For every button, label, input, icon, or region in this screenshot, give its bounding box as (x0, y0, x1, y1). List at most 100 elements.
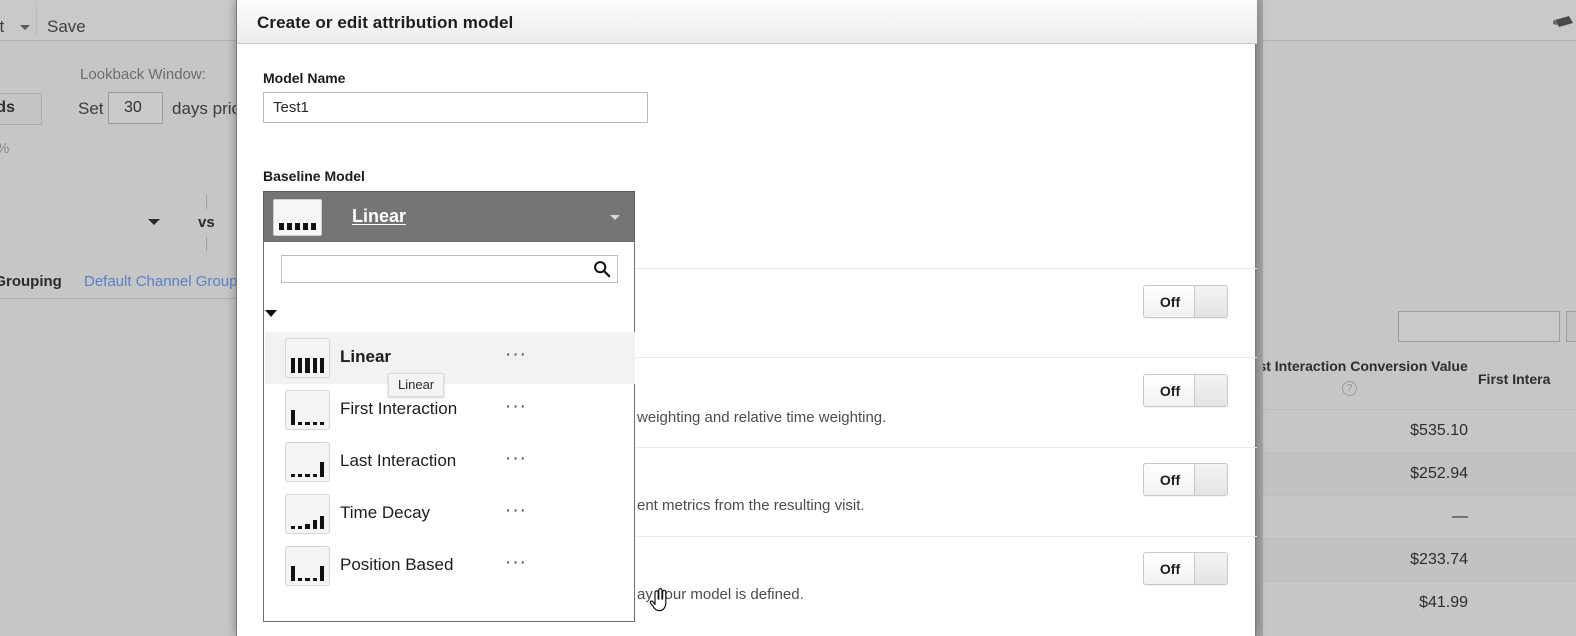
table-search-button[interactable] (1566, 311, 1576, 342)
table-column-header-1[interactable]: rst Interaction Conversion Value (1253, 358, 1468, 374)
chevron-down-icon[interactable] (148, 219, 160, 225)
ellipsis-icon[interactable]: ··· (505, 552, 527, 574)
icon-bar (303, 223, 308, 230)
icon-bar (319, 462, 324, 477)
toolbar-divider (36, 6, 37, 36)
ellipsis-icon[interactable]: ··· (505, 344, 527, 366)
icon-bar (298, 578, 303, 581)
icon-bar (298, 358, 303, 373)
settings-row-description: ent metrics from the resulting visit. (637, 497, 865, 514)
pointing-hand-cursor (649, 588, 667, 612)
table-column-header-2[interactable]: First Intera (1478, 371, 1550, 387)
icon-bar (305, 474, 310, 477)
icon-bar (298, 422, 303, 425)
position-based-model-icon (285, 546, 330, 586)
dropdown-item-label: Linear (340, 347, 392, 366)
settings-toggle[interactable]: Off (1143, 374, 1228, 407)
last-interaction-model-icon (285, 442, 330, 482)
dropdown-search[interactable] (281, 255, 618, 283)
dropdown-item-label: Last Interaction (340, 451, 457, 470)
table-cell-value: $233.74 (1410, 551, 1468, 568)
table-row[interactable]: — (1263, 495, 1576, 538)
dropdown-item-first-interaction[interactable]: First Interaction ··· (265, 384, 635, 436)
ellipsis-icon[interactable]: ··· (505, 500, 527, 522)
triangle-down-icon[interactable] (265, 310, 277, 317)
time-decay-model-icon (285, 494, 330, 534)
icon-bar (319, 422, 324, 425)
icon-bar (305, 578, 310, 581)
toggle-state-label: Off (1159, 561, 1181, 577)
settings-row-description: weighting and relative time weighting. (637, 409, 887, 426)
save-button[interactable]: Save (47, 17, 86, 37)
icon-bar (311, 223, 316, 230)
table-search-input[interactable] (1398, 311, 1560, 342)
model-name-label: Model Name (263, 70, 346, 86)
table-row[interactable]: $535.10 (1263, 409, 1576, 452)
ellipsis-icon[interactable]: ··· (505, 448, 527, 470)
ads-chip-label: e Ads (0, 99, 15, 116)
search-icon[interactable] (593, 260, 611, 278)
dialog-title: Create or edit attribution model (257, 13, 514, 32)
baseline-model-dropdown[interactable]: Linear ··· First Interaction ··· Last Intera… (263, 241, 667, 622)
search-input[interactable] (282, 256, 587, 282)
icon-bar (305, 358, 310, 373)
icon-bar (298, 526, 303, 529)
model-name-input[interactable] (263, 92, 648, 123)
table-cell-value: $535.10 (1410, 422, 1468, 439)
baseline-model-select[interactable]: Linear (263, 191, 635, 241)
dropdown-item-last-interaction[interactable]: Last Interaction ··· (265, 436, 635, 488)
share-icon[interactable] (1551, 14, 1576, 34)
ellipsis-icon[interactable]: ··· (505, 396, 527, 418)
icon-bar (295, 223, 300, 230)
chevron-down-icon[interactable] (20, 25, 30, 30)
toggle-knob[interactable] (1194, 464, 1227, 495)
dropdown-item-label: Time Decay (340, 503, 431, 522)
dropdown-item-time-decay[interactable]: Time Decay ··· (265, 488, 635, 540)
background-divider (0, 298, 240, 299)
compare-tick-top (206, 195, 207, 209)
icon-bar (312, 520, 317, 529)
icon-bar (312, 358, 317, 373)
first-interaction-model-icon (285, 390, 330, 430)
baseline-model-label: Baseline Model (263, 168, 365, 184)
compare-label: vs (198, 214, 215, 231)
toggle-state-label: Off (1159, 383, 1181, 399)
icon-bar (291, 566, 296, 581)
lookback-set-label: Set (78, 99, 104, 118)
icon-bar (291, 474, 296, 477)
help-circle-icon[interactable]: ? (1342, 381, 1357, 396)
settings-toggle[interactable]: Off (1143, 463, 1228, 496)
table-cell-value: $252.94 (1410, 465, 1468, 482)
table-row[interactable]: $41.99 (1263, 581, 1576, 624)
toggle-knob[interactable] (1194, 286, 1227, 317)
dropdown-item-linear[interactable]: Linear ··· (265, 332, 635, 384)
lookback-window-label: Lookback Window: (80, 66, 206, 83)
toggle-state-label: Off (1159, 294, 1181, 310)
icon-bar (319, 516, 324, 529)
settings-row-separator (633, 536, 1257, 537)
table-cell-value: $41.99 (1419, 594, 1468, 611)
dropdown-item-label: Position Based (340, 555, 454, 574)
default-channel-grouping-link[interactable]: Default Channel Grouping (84, 273, 257, 290)
icon-bar (291, 410, 296, 425)
baseline-model-selected-value: Linear (352, 206, 407, 226)
icon-bar (305, 524, 310, 529)
chevron-down-icon[interactable] (610, 215, 620, 220)
icon-bar (291, 526, 296, 529)
icon-bar (279, 223, 284, 230)
icon-bar (305, 422, 310, 425)
settings-row-separator (633, 268, 1257, 269)
settings-toggle[interactable]: Off (1143, 552, 1228, 585)
table-row[interactable]: $252.94 (1263, 452, 1576, 495)
table-row[interactable]: $233.74 (1263, 538, 1576, 581)
toggle-state-label: Off (1159, 472, 1181, 488)
lookback-days-value: 30 (124, 99, 142, 116)
dropdown-item-position-based[interactable]: Position Based ··· (265, 540, 635, 592)
icon-bar (312, 422, 317, 425)
settings-toggle[interactable]: Off (1143, 285, 1228, 318)
toggle-knob[interactable] (1194, 375, 1227, 406)
toggle-knob[interactable] (1194, 553, 1227, 584)
table-cell-value: — (1452, 508, 1468, 525)
export-button[interactable]: ort (0, 17, 4, 37)
compare-tick-bottom (206, 237, 207, 251)
